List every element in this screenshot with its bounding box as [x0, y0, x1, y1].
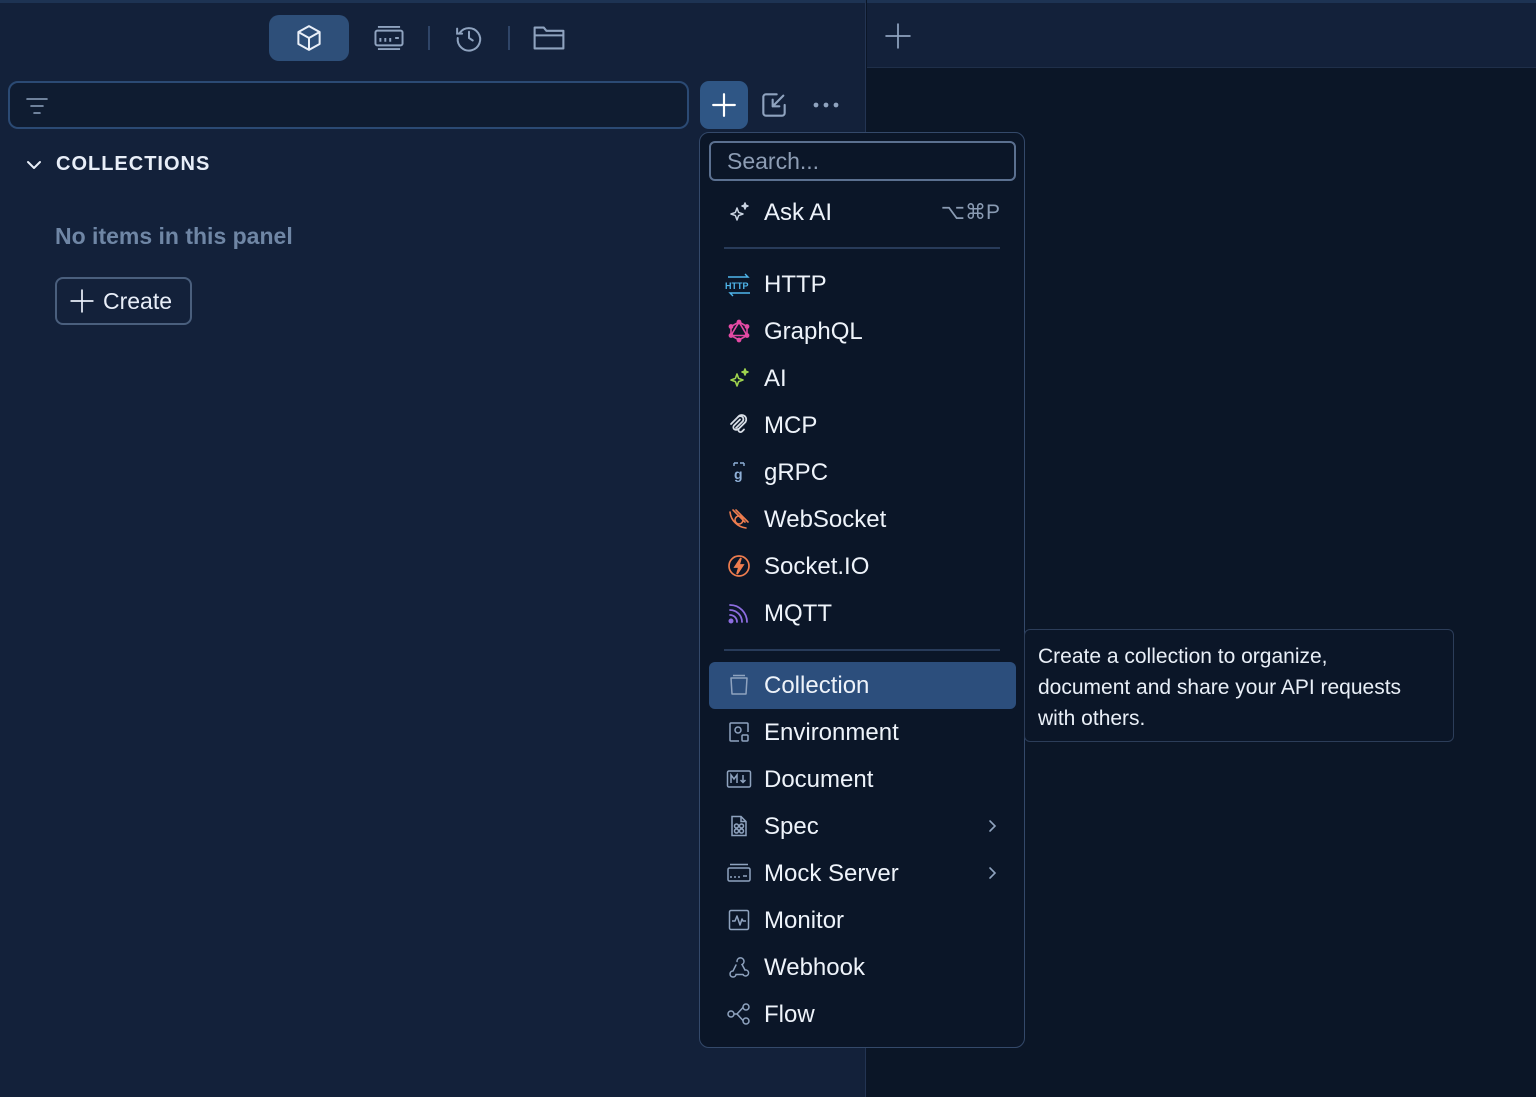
import-button[interactable]: [758, 89, 790, 121]
chevron-right-icon: [984, 818, 1000, 834]
history-tab[interactable]: [429, 15, 509, 61]
keyboard-shortcut: ⌥⌘P: [940, 201, 1000, 224]
menu-item-label: Collection: [764, 671, 870, 699]
create-button[interactable]: Create: [55, 277, 192, 325]
menu-item-mock-server[interactable]: Mock Server: [709, 850, 1016, 897]
menu-item-label: AI: [764, 364, 787, 392]
webhook-icon: [727, 955, 751, 979]
menu-item-grpc[interactable]: g gRPC: [709, 449, 1016, 496]
collections-section-header[interactable]: COLLECTIONS: [24, 153, 210, 176]
history-icon: [456, 27, 482, 52]
environment-icon: [727, 720, 751, 744]
mqtt-icon: [727, 601, 751, 625]
chevron-down-icon: [27, 160, 41, 169]
tab-bar: [867, 0, 1536, 68]
menu-item-label: MCP: [764, 411, 818, 439]
section-title: COLLECTIONS: [56, 153, 211, 175]
plus-icon: [70, 289, 94, 313]
menu-item-label: Flow: [764, 1000, 815, 1028]
menu-item-label: Mock Server: [764, 859, 899, 887]
ai-sparkle-icon: [727, 200, 751, 224]
cube-icon: [297, 25, 321, 51]
menu-item-label: GraphQL: [764, 317, 863, 345]
menu-item-webhook[interactable]: Webhook: [709, 944, 1016, 991]
collection-tooltip: Create a collection to organize, documen…: [1024, 629, 1454, 742]
menu-item-label: MQTT: [764, 599, 832, 627]
menu-item-document[interactable]: Document: [709, 756, 1016, 803]
svg-text:g: g: [734, 466, 743, 482]
menu-item-mcp[interactable]: MCP: [709, 402, 1016, 449]
menu-item-monitor[interactable]: Monitor: [709, 897, 1016, 944]
mcp-icon: [727, 413, 751, 437]
menu-item-flow[interactable]: Flow: [709, 991, 1016, 1038]
menu-search-input[interactable]: [709, 141, 1016, 181]
menu-item-label: Socket.IO: [764, 552, 870, 580]
markdown-document-icon: [726, 767, 752, 791]
ai-sparkle-icon: [727, 366, 751, 390]
menu-item-graphql[interactable]: GraphQL: [709, 308, 1016, 355]
sidebar-toolbar: [0, 3, 866, 73]
mock-server-icon: [727, 861, 751, 885]
menu-item-label: Document: [764, 765, 874, 793]
socketio-icon: [727, 554, 751, 578]
create-button-label: Create: [103, 287, 173, 314]
menu-divider: [724, 649, 1000, 651]
monitor-icon: [727, 908, 751, 932]
spec-icon: [727, 814, 751, 838]
menu-item-spec[interactable]: Spec: [709, 803, 1016, 850]
tooltip-line: document and share your API requests: [1038, 676, 1402, 699]
menu-item-label: Ask AI: [764, 198, 833, 226]
filter-icon: [24, 94, 50, 118]
files-tab[interactable]: [509, 15, 589, 61]
menu-item-http[interactable]: HTTP HTTP: [709, 261, 1016, 308]
graphql-icon: [727, 319, 751, 343]
menu-item-label: gRPC: [764, 458, 829, 486]
more-options-button[interactable]: [808, 89, 844, 121]
collection-icon: [727, 673, 751, 697]
menu-item-ai[interactable]: AI: [709, 355, 1016, 402]
import-icon: [762, 93, 786, 117]
collections-tab[interactable]: [269, 15, 349, 61]
flow-icon: [727, 1002, 751, 1026]
menu-item-label: Environment: [764, 718, 899, 746]
menu-item-label: Spec: [764, 812, 819, 840]
menu-item-mqtt[interactable]: MQTT: [709, 590, 1016, 637]
new-button[interactable]: [700, 81, 748, 129]
menu-item-ask-ai[interactable]: Ask AI ⌥⌘P: [709, 189, 1016, 236]
websocket-icon: [727, 507, 751, 531]
menu-divider: [724, 247, 1000, 249]
filter-input[interactable]: [8, 81, 689, 129]
empty-state-text: No items in this panel: [55, 223, 293, 249]
http-icon: HTTP: [725, 272, 751, 297]
folder-icon: [533, 26, 565, 50]
svg-text:HTTP: HTTP: [725, 281, 749, 291]
menu-item-label: WebSocket: [764, 505, 887, 533]
grpc-icon: g: [727, 460, 751, 484]
ellipsis-icon: [813, 102, 839, 108]
menu-item-label: Monitor: [764, 906, 845, 934]
new-tab-button[interactable]: [885, 23, 911, 49]
menu-item-websocket[interactable]: WebSocket: [709, 496, 1016, 543]
menu-item-label: Webhook: [764, 953, 865, 981]
tooltip-line: with others.: [1038, 707, 1146, 730]
menu-item-environment[interactable]: Environment: [709, 709, 1016, 756]
chevron-right-icon: [984, 865, 1000, 881]
tooltip-line: Create a collection to organize,: [1038, 645, 1328, 668]
plus-icon: [885, 23, 911, 49]
menu-item-socketio[interactable]: Socket.IO: [709, 543, 1016, 590]
menu-item-collection[interactable]: Collection: [709, 662, 1016, 709]
menu-item-label: HTTP: [764, 270, 827, 298]
mock-servers-tab[interactable]: [349, 15, 429, 61]
plus-icon: [712, 93, 736, 117]
server-icon: [374, 25, 404, 51]
new-item-menu: Ask AI ⌥⌘P HTTP HTTP GraphQL: [699, 132, 1025, 1048]
